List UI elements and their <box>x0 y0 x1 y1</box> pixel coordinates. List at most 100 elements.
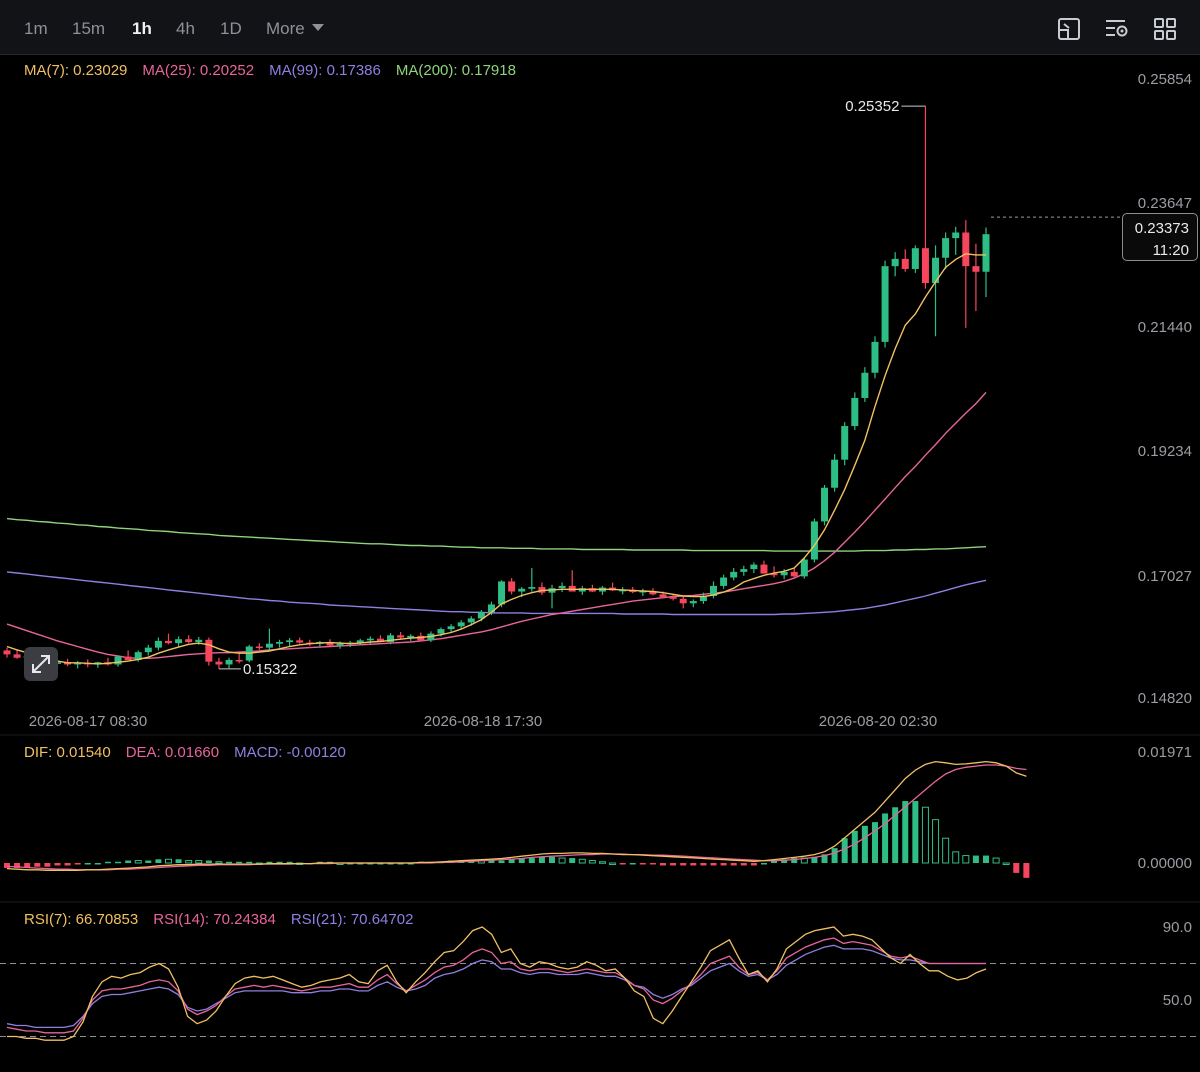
rsi7-line <box>7 926 987 1041</box>
candle-body <box>790 571 798 577</box>
expand-arrows-icon <box>32 655 50 673</box>
macd-histogram-bar <box>760 863 767 865</box>
last-price-value: 0.23373 <box>1134 220 1189 237</box>
macd-histogram-bar <box>598 861 606 864</box>
macd-histogram-bar <box>750 863 757 866</box>
macd-histogram-bar <box>578 858 586 864</box>
candle-body <box>296 640 304 643</box>
candle-body <box>255 646 263 649</box>
macd-histogram-bar <box>841 838 848 863</box>
macd-histogram-bar <box>649 863 656 865</box>
macd-histogram-bar <box>609 862 617 865</box>
macd-histogram-bar <box>962 855 970 864</box>
ma25-line <box>6 391 987 659</box>
macd-histogram-bar <box>1023 863 1030 878</box>
candle-body <box>659 594 667 598</box>
macd-histogram-bar <box>932 819 940 864</box>
timeframe-4h[interactable]: 4h <box>176 19 195 39</box>
expand-chart-button[interactable] <box>24 647 58 681</box>
timeframe-1h[interactable]: 1h <box>132 19 152 39</box>
candle-body <box>225 659 233 665</box>
macd-histogram-bar <box>215 861 223 864</box>
candle-body <box>720 577 728 586</box>
chart-type-icon[interactable] <box>1057 17 1081 41</box>
price-axis-label: 0.19234 <box>1138 443 1192 460</box>
more-timeframes-button[interactable]: More <box>266 19 324 39</box>
macd-histogram-bar <box>902 801 909 863</box>
candle-body <box>962 232 970 267</box>
candle-body <box>265 643 273 648</box>
macd-histogram-bar <box>670 863 677 866</box>
macd-histogram-bar <box>155 859 162 863</box>
macd-histogram-bar <box>549 856 556 863</box>
last-price-badge: 0.23373 11:20 <box>1122 213 1198 261</box>
candle-body <box>205 639 213 662</box>
macd-histogram-bar <box>195 860 203 864</box>
candle-body <box>760 564 768 574</box>
candle-body <box>508 581 516 592</box>
macd-histogram-bar <box>94 863 101 865</box>
macd-histogram-bar <box>700 863 707 866</box>
price-axis-label: 0.25854 <box>1138 71 1192 88</box>
candle-body <box>154 640 162 648</box>
candle-body <box>689 601 697 604</box>
ma7-line <box>6 253 986 665</box>
price-chart[interactable]: 0.25854 0.23647 0.21440 0.19234 0.17027 0.148… <box>0 55 1200 1072</box>
macd-histogram-bar <box>185 860 193 864</box>
macd-histogram-bar <box>125 860 132 863</box>
candle-body <box>447 626 455 630</box>
rsi-axis-label: 90.0 <box>1163 919 1192 936</box>
ma200-line <box>6 517 987 552</box>
candle-body <box>366 638 374 641</box>
macd-histogram-bar <box>115 861 122 864</box>
macd-histogram-bar <box>226 861 233 864</box>
candle-body <box>518 588 526 592</box>
candle-countdown: 11:20 <box>1152 242 1189 259</box>
macd-histogram-bar <box>84 863 91 865</box>
candle-body <box>175 639 183 644</box>
macd-histogram-bar <box>690 863 697 866</box>
macd-histogram-bar <box>34 863 41 867</box>
macd-histogram-bar <box>164 858 172 864</box>
candle-body <box>114 656 122 665</box>
macd-histogram-bar <box>921 806 929 864</box>
candle-body <box>457 622 465 627</box>
candle-body <box>800 559 808 577</box>
macd-histogram-bar <box>44 863 51 867</box>
candle-body <box>195 639 203 643</box>
high-price-label: 0.25352 <box>845 98 899 115</box>
timeframe-1m[interactable]: 1m <box>24 19 48 39</box>
macd-histogram-bar <box>871 822 878 863</box>
candle-body <box>215 661 223 665</box>
candle-body <box>13 654 21 658</box>
macd-histogram-bar <box>629 863 636 865</box>
macd-histogram-bar <box>680 863 687 866</box>
macd-histogram-bar <box>1013 863 1020 873</box>
macd-histogram-bar <box>983 855 989 863</box>
candle-body <box>841 426 849 460</box>
macd-histogram-bar <box>538 856 545 863</box>
candle-body <box>498 581 506 605</box>
macd-histogram-bar <box>569 858 576 863</box>
macd-axis-label: 0.00000 <box>1138 855 1192 872</box>
candle-body <box>851 397 859 427</box>
indicator-settings-icon[interactable] <box>1105 17 1129 41</box>
candle-body <box>276 642 284 644</box>
macd-histogram-bar <box>831 848 838 863</box>
candle-body <box>750 564 758 570</box>
candle-body <box>972 266 980 272</box>
candle-body <box>669 597 677 599</box>
candle-body <box>901 258 909 269</box>
candle-body <box>740 569 748 572</box>
macd-histogram-bar <box>104 861 111 864</box>
macd-histogram-bar <box>992 857 1000 864</box>
timeframe-15m[interactable]: 15m <box>72 19 105 39</box>
timeframe-1d[interactable]: 1D <box>220 19 242 39</box>
candle-body <box>185 639 193 643</box>
rsi-axis-label: 50.0 <box>1163 992 1192 1009</box>
layout-grid-icon[interactable] <box>1153 17 1177 41</box>
macd-histogram-bar <box>952 851 960 864</box>
price-axis-label: 0.21440 <box>1138 319 1192 336</box>
macd-histogram-bar <box>942 837 950 864</box>
macd-histogram-bar <box>236 861 243 864</box>
